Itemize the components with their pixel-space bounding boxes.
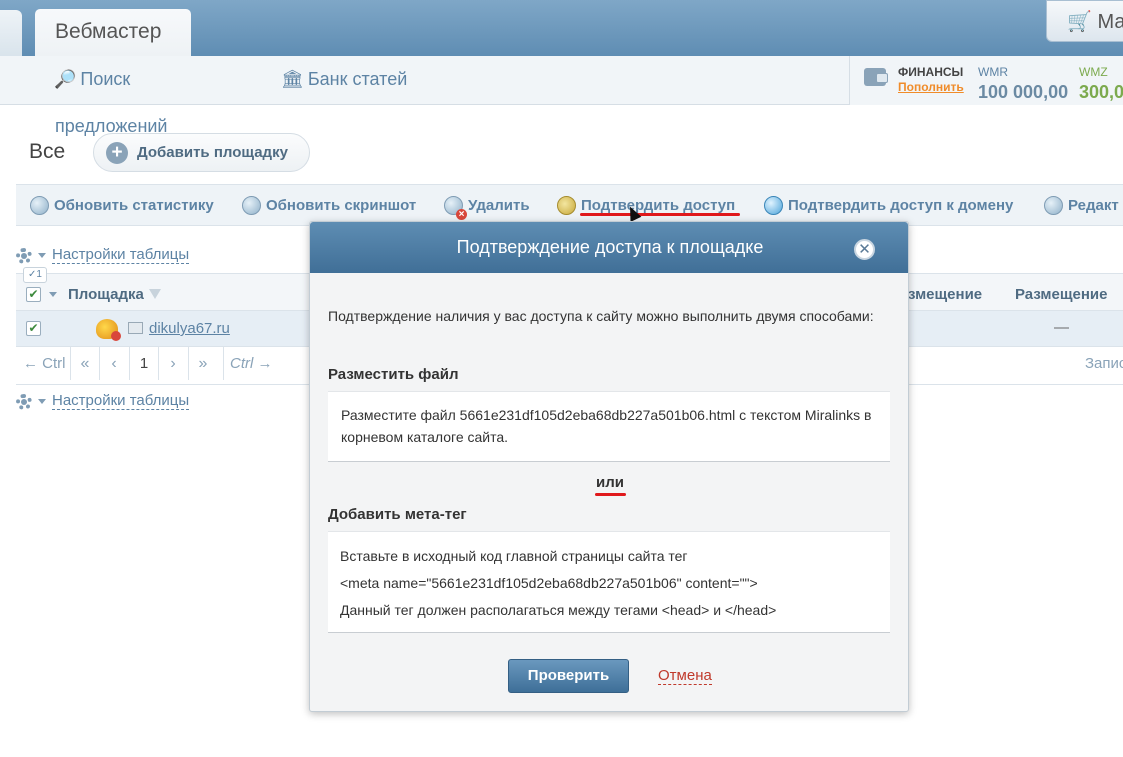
select-all-checkbox[interactable]: ✔	[26, 287, 41, 302]
wmr-balance: 100 000,00	[978, 82, 1069, 102]
annotation-underline	[595, 493, 626, 496]
confirm-domain-label: Подтвердить доступ к домену	[788, 197, 1014, 214]
nav-search-link[interactable]: 🔎 Поиск	[54, 69, 130, 90]
file-method-heading: Разместить файл	[328, 366, 459, 383]
site-link[interactable]: dikulya67.ru	[149, 320, 230, 337]
globe-icon	[764, 196, 783, 215]
edit-label: Редакт	[1068, 197, 1119, 214]
edit-icon	[1044, 196, 1063, 215]
external-link-icon[interactable]	[128, 322, 143, 334]
table-settings-link[interactable]: Настройки таблицы	[16, 392, 190, 410]
nav-search-label: Поиск	[80, 69, 131, 89]
dialog-header: Подтверждение доступа к площадке	[310, 222, 908, 273]
chevron-down-icon	[38, 399, 46, 404]
nav-bank-link[interactable]: 🏛 Банк статей	[281, 69, 407, 90]
confirm-domain-button[interactable]: Подтвердить доступ к домену	[764, 196, 1013, 215]
finance-panel: ФИНАНСЫ Пополнить WMR 100 000,00 WMZ 300…	[849, 56, 1123, 105]
delete-icon	[444, 196, 467, 220]
refresh-icon	[242, 196, 261, 215]
chevron-down-icon	[38, 253, 46, 258]
refresh-screenshot-button[interactable]: Обновить скриншот	[242, 196, 416, 215]
refresh-stats-button[interactable]: Обновить статистику	[30, 196, 214, 215]
meta-instruction: Вставьте в исходный код главной страницы…	[340, 548, 688, 564]
refresh-icon	[30, 196, 49, 215]
or-separator: или	[596, 474, 624, 491]
prev-ctrl-hint[interactable]: ← Ctrl	[23, 347, 66, 380]
nav-bank-label: Банк статей	[307, 69, 408, 89]
shop-button[interactable]: 🛒 Маг	[1046, 0, 1123, 42]
wmz-label: WMZ	[1079, 65, 1108, 79]
meta-method-box: Вставьте в исходный код главной страницы…	[328, 531, 890, 633]
prev-page-button[interactable]: ‹	[99, 347, 128, 380]
plus-icon: +	[106, 141, 128, 164]
add-site-label: Добавить площадку	[137, 144, 288, 161]
table-settings-label: Настройки таблицы	[52, 246, 190, 264]
confirm-access-dialog: Подтверждение доступа к площадке	[309, 221, 909, 712]
refresh-stats-label: Обновить статистику	[54, 197, 214, 214]
last-page-button[interactable]: »	[188, 347, 217, 380]
file-method-text: Разместите файл 5661e231df105d2eba68db22…	[341, 407, 872, 445]
top-bar: Вебмастер 🛒 Маг	[0, 0, 1123, 56]
site-status-icon	[96, 319, 121, 341]
meta-placement-note: Данный тег должен располагаться между те…	[340, 602, 777, 618]
row-checkbox[interactable]: ✔	[26, 321, 41, 336]
gear-icon	[16, 247, 32, 264]
table-settings-label: Настройки таблицы	[52, 392, 190, 410]
next-page-button[interactable]: ›	[158, 347, 187, 380]
verify-button[interactable]: Проверить	[508, 659, 629, 693]
key-icon	[557, 196, 576, 215]
refresh-screenshot-label: Обновить скриншот	[266, 197, 417, 214]
actions-toolbar: Обновить статистику Обновить скриншот Уд…	[16, 184, 1123, 226]
bank-icon: 🏛	[281, 69, 304, 89]
column-placement-1[interactable]: змещение	[908, 286, 982, 303]
wmz-balance: 300,0	[1079, 82, 1123, 102]
shop-label: Маг	[1097, 11, 1123, 33]
tab-stub[interactable]	[0, 10, 22, 56]
delete-label: Удалить	[468, 197, 530, 214]
add-site-button[interactable]: + Добавить площадку	[93, 133, 310, 172]
dialog-title: Подтверждение доступа к площадке	[456, 237, 764, 257]
filter-icon[interactable]	[148, 289, 161, 300]
gear-icon	[16, 393, 32, 410]
column-site[interactable]: Площадка	[68, 286, 161, 303]
close-icon[interactable]: ✕	[854, 239, 875, 260]
edit-button[interactable]: Редакт	[1044, 196, 1119, 215]
selected-count-badge: ✓1	[23, 267, 47, 283]
column-placement-2[interactable]: Размещение	[1015, 286, 1107, 303]
chevron-down-icon[interactable]	[49, 292, 57, 297]
next-ctrl-hint[interactable]: Ctrl →	[223, 347, 273, 380]
annotation-underline	[580, 213, 740, 216]
meta-method-heading: Добавить мета-тег	[328, 506, 467, 523]
table-settings-link[interactable]: Настройки таблицы	[16, 246, 190, 264]
finance-title: ФИНАНСЫ	[898, 65, 964, 79]
search-icon: 🔎	[54, 69, 77, 89]
tab-webmaster[interactable]: Вебмастер	[35, 9, 191, 56]
cancel-link[interactable]: Отмена	[658, 667, 712, 685]
wallet-icon	[864, 68, 888, 86]
filter-all[interactable]: Все	[29, 140, 65, 164]
meta-tag-code: <meta name="5661e231df105d2eba68db227a50…	[340, 575, 758, 591]
confirm-access-label: Подтвердить доступ	[581, 197, 736, 214]
current-page[interactable]: 1	[129, 347, 158, 380]
wmr-label: WMR	[978, 65, 1008, 79]
top-up-link[interactable]: Пополнить	[898, 80, 964, 94]
file-method-box: Разместите файл 5661e231df105d2eba68db22…	[328, 391, 890, 462]
placement-value: —	[1054, 319, 1069, 336]
column-site-label: Площадка	[68, 286, 144, 303]
dialog-intro: Подтверждение наличия у вас доступа к са…	[328, 308, 874, 324]
records-label: Запис	[1085, 355, 1123, 372]
delete-button[interactable]: Удалить	[444, 196, 530, 220]
first-page-button[interactable]: «	[70, 347, 99, 380]
